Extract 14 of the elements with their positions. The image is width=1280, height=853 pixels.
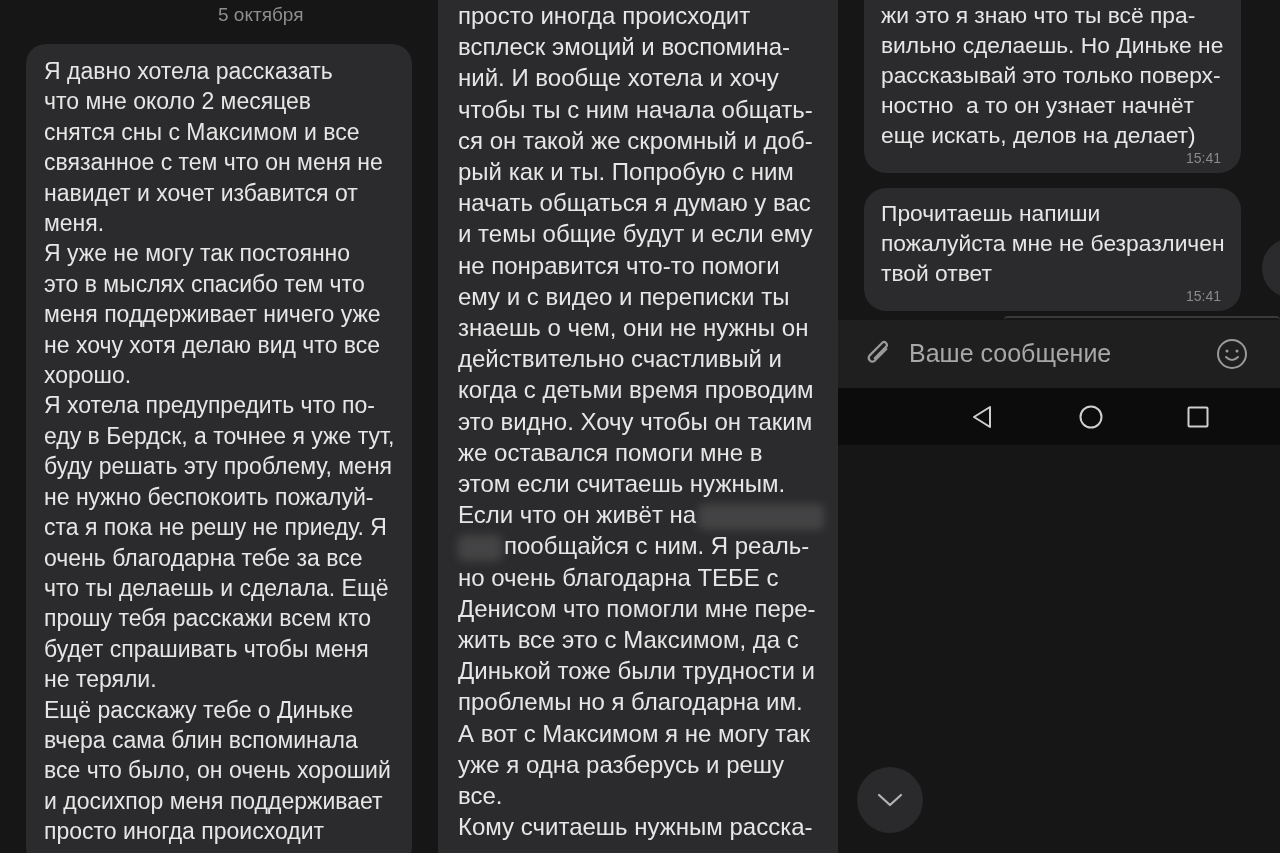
chevron-down-icon [877, 793, 903, 807]
chat-date: 5 октября [217, 3, 305, 27]
message-input[interactable]: Ваше сообщение [909, 335, 1179, 373]
message-text: Я давно хотела рассказать что мне около 2 месяцев снятся сны с Максимом и все связанное с тем что он меня не навидет и хочет избавится от меня. Я уже не могу так постоянно это в мыслях спасибо тем что меня поддерживает ничего уже не хочу хотя делаю вид что все хорошо. Я хотела предупредить что по- еду в Бердск, а точнее я уже тут, буду решать эту проблему, меня не нужно беспокоить пожалуй- ста я пока не решу не приеду. Я очень благодарна тебе за все что ты делаешь и сделала. Ещё прошу тебя расскажи всем кто будет спрашивать чтобы меня не теряли. Ещё расскажу тебе о Диньке вчера сама блин вспоминала все что было, он очень хороший и досихпор меня поддерживает просто иногда происходит [44, 57, 396, 847]
back-button[interactable] [971, 404, 993, 429]
message-text: Прочитаешь напиши пожалуйста мне не безразличен твой ответ [881, 199, 1226, 288]
home-button[interactable] [1079, 404, 1103, 429]
message-time: 15:41 [1185, 150, 1221, 166]
message-composer[interactable]: Ваше сообщение [838, 320, 1280, 388]
emoji-icon[interactable] [1216, 338, 1248, 370]
message-time: 15:41 [1185, 288, 1221, 304]
message-text: жи это я знаю что ты всё пра- вильно сделаешь. Но Диньке не рассказывай это только поверх- ностно а то он узнает начнёт еще искать, делов на делает) [881, 1, 1225, 150]
message-text: просто иногда происходит всплеск эмоций и воспомина- ний. И вообще хотела и хочу чтобы ты с ним начала общать- ся он такой же скромный и доб- рый как и ты. Попробую с ним начать общаться я думаю у вас и темы общие будут и если ему не понравится что-то помоги ему и с видео и переписки ты знаешь о чем, они не нужны он действительно счастливый и когда с детьми время проводим это видно. Хочу чтобы он таким же оставался помоги мне в этом если считаешь нужным. Если что он живёт на пообщайся с ним. Я реаль- но очень благодарна ТЕБЕ с Денисом что помогли мне пере- жить все это с Максимом, да с Динькой тоже были трудности и проблемы но я благодарна им. А вот с Максимом я не могу так уже я одна разберусь и решу все. Кому считаешь нужным расска- [458, 0, 838, 843]
recents-button[interactable] [1187, 405, 1209, 428]
